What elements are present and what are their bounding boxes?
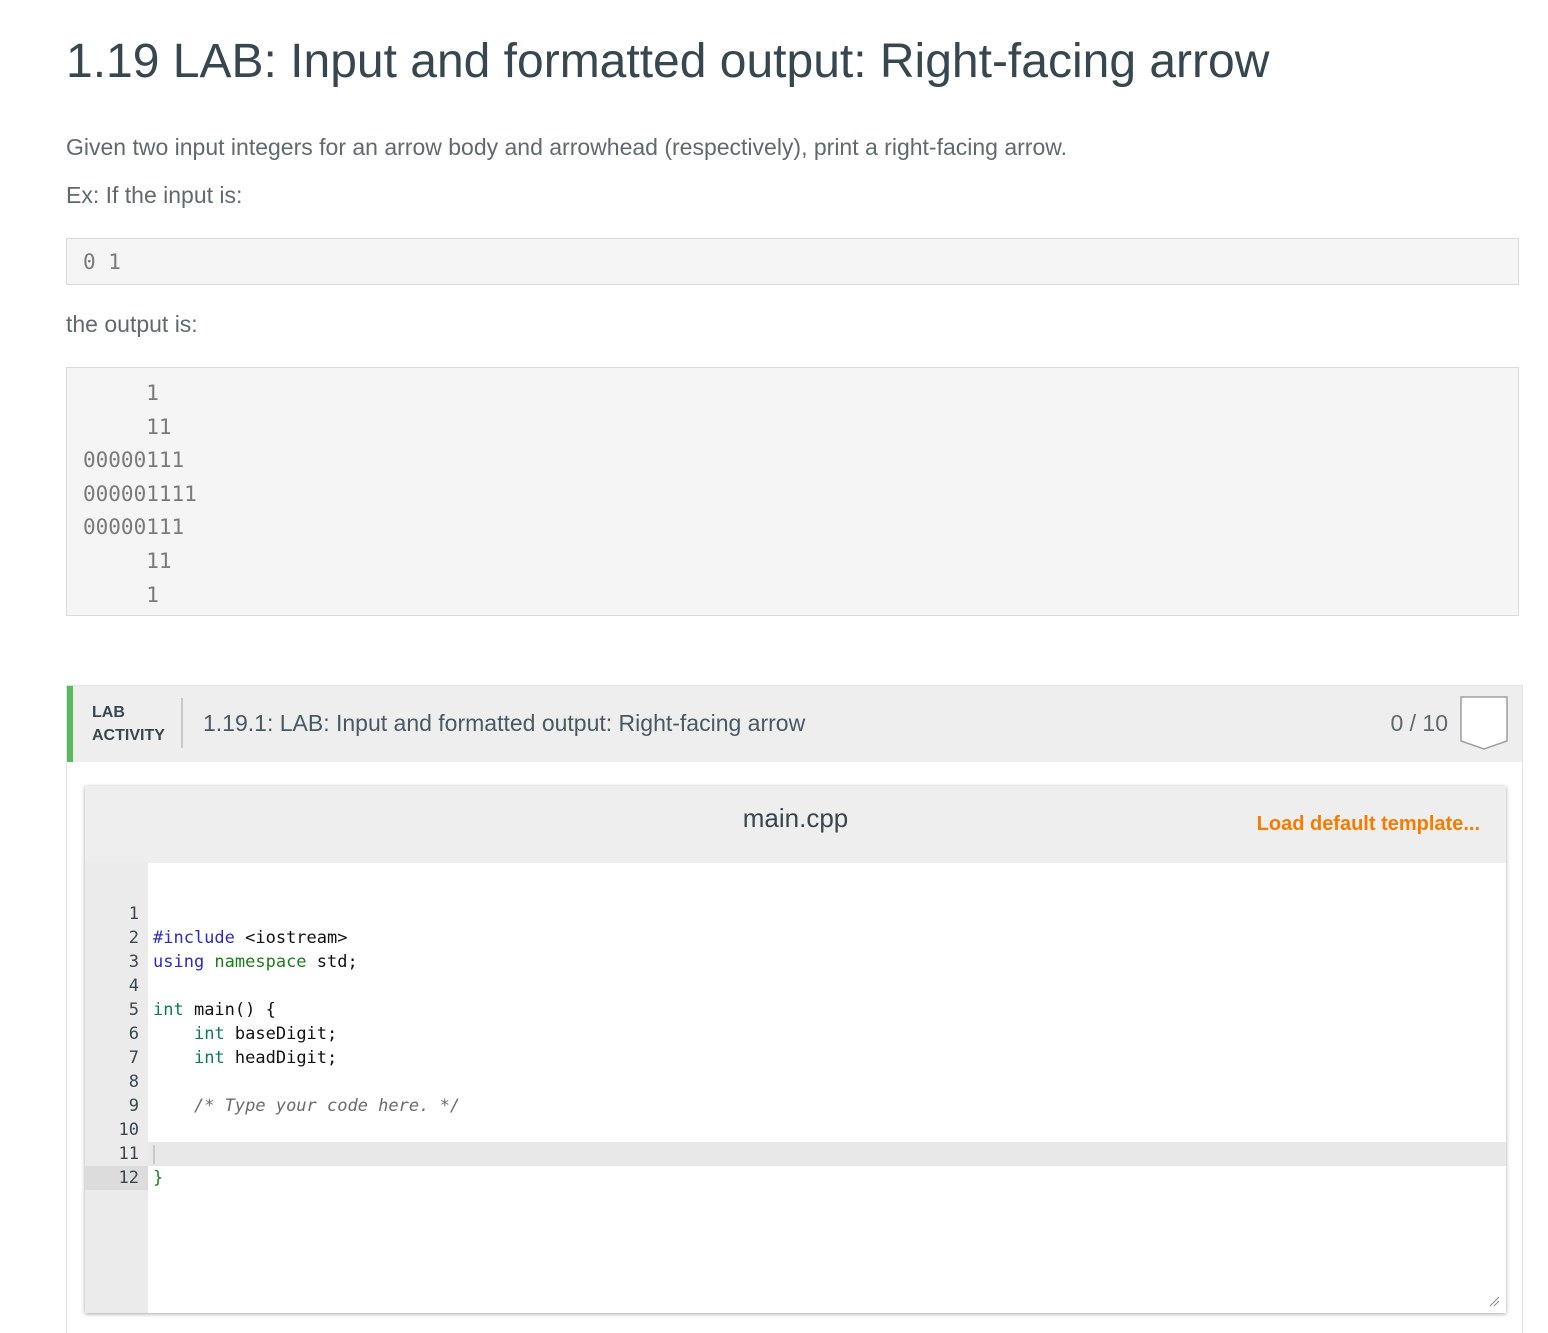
output-example-line: 11 bbox=[83, 414, 172, 439]
output-example-box: 1 11 00000111 000001111 00000111 11 1 bbox=[66, 367, 1519, 616]
code-line-active[interactable]: 12 bbox=[85, 1142, 1506, 1190]
line-number: 6 bbox=[128, 1024, 139, 1044]
code-editor: main.cpp Load default template... 1 #inc… bbox=[85, 786, 1506, 1313]
code-line[interactable]: 6 int headDigit; bbox=[129, 998, 1506, 1068]
text-cursor bbox=[153, 1145, 155, 1164]
line-number: 12 bbox=[85, 1166, 148, 1190]
page-title: 1.19 LAB: Input and formatted output: Ri… bbox=[66, 35, 1270, 88]
line-number: 9 bbox=[128, 1096, 139, 1116]
lab-label-line1: LAB bbox=[92, 704, 125, 721]
line-number: 11 bbox=[118, 1144, 139, 1164]
output-example-line: 00000111 bbox=[83, 515, 185, 540]
output-example-line: 00000111 bbox=[83, 448, 185, 473]
code-line[interactable]: 10 return 0; bbox=[119, 1094, 1506, 1164]
score-badge-icon bbox=[1460, 696, 1508, 750]
line-number: 7 bbox=[128, 1048, 139, 1068]
lab-activity-header: LAB ACTIVITY 1.19.1: LAB: Input and form… bbox=[67, 686, 1522, 762]
editor-header: main.cpp Load default template... bbox=[85, 786, 1506, 863]
output-example-line: 1 bbox=[83, 381, 159, 405]
lab-label-line2: ACTIVITY bbox=[92, 727, 165, 744]
output-example-line: 11 bbox=[83, 548, 172, 573]
line-number: 3 bbox=[128, 952, 139, 972]
code-line[interactable]: 9 bbox=[129, 1070, 1506, 1116]
lab-activity: LAB ACTIVITY 1.19.1: LAB: Input and form… bbox=[66, 685, 1523, 1333]
code-line[interactable]: 2 using namespace std; bbox=[129, 902, 1506, 972]
output-intro: the output is: bbox=[66, 311, 198, 337]
lab-score: 0 / 10 bbox=[1390, 710, 1448, 736]
problem-description: Given two input integers for an arrow bo… bbox=[66, 134, 1067, 160]
code-input-area[interactable]: 1 #include <iostream> 2 using namespace … bbox=[85, 863, 1506, 1313]
line-number: 10 bbox=[118, 1120, 139, 1140]
line-number: 4 bbox=[128, 976, 139, 996]
line-number: 1 bbox=[128, 904, 139, 924]
lab-activity-title: 1.19.1: LAB: Input and formatted output:… bbox=[203, 710, 806, 736]
code-line[interactable]: 7 bbox=[129, 1022, 1506, 1068]
load-default-template-link[interactable]: Load default template... bbox=[1257, 813, 1480, 836]
resize-handle-icon[interactable] bbox=[1488, 1295, 1500, 1307]
code-line[interactable]: 5 int baseDigit; bbox=[129, 974, 1506, 1044]
line-number: 2 bbox=[128, 928, 139, 948]
header-divider bbox=[181, 698, 183, 748]
code-line[interactable]: 4 int main() { bbox=[129, 950, 1506, 1020]
code-line[interactable]: 8 /* Type your code here. */ bbox=[129, 1046, 1506, 1116]
line-number: 8 bbox=[128, 1072, 139, 1092]
code-line[interactable]: 3 bbox=[129, 926, 1506, 972]
code-line[interactable]: 11 } bbox=[119, 1118, 1506, 1188]
line-number: 5 bbox=[128, 1000, 139, 1020]
output-example-line: 1 bbox=[83, 582, 159, 607]
code-line[interactable]: 1 #include <iostream> bbox=[129, 878, 1506, 948]
input-example-box: 0 1 bbox=[66, 238, 1519, 285]
example-intro: Ex: If the input is: bbox=[66, 182, 243, 208]
lab-activity-label: LAB ACTIVITY bbox=[92, 701, 172, 747]
input-example-line: 0 1 bbox=[83, 250, 121, 274]
output-example-line: 000001111 bbox=[83, 481, 197, 506]
